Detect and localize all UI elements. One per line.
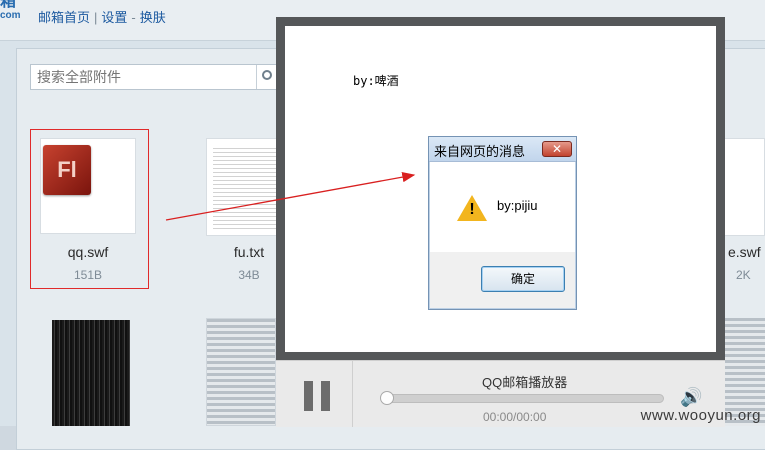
speaker-icon[interactable]: 🔊 [680, 387, 702, 408]
link-mail-home[interactable]: 邮箱首页 [38, 10, 90, 25]
dialog-title-bar[interactable]: 来自网页的消息 ✕ [429, 137, 576, 162]
ok-button[interactable]: 确定 [481, 266, 565, 292]
link-separator: | [94, 10, 98, 25]
progress-track[interactable] [382, 394, 664, 403]
pause-icon [304, 381, 313, 411]
text-document-icon [213, 145, 285, 229]
top-links: 邮箱首页 | 设置 - 换肤 [38, 7, 166, 26]
search-icon [262, 70, 272, 80]
mail-logo[interactable]: 箱 com [0, 0, 21, 21]
alert-dialog: 来自网页的消息 ✕ ! by:pijiu 确定 [428, 136, 577, 310]
watermark: www.wooyun.org [640, 407, 761, 424]
attachment-name: e.swf [728, 244, 761, 260]
logo-text: 箱 [0, 0, 17, 10]
player-title: QQ邮箱播放器 [482, 375, 568, 390]
selected-highlight [30, 129, 149, 289]
warning-exclamation: ! [469, 201, 475, 218]
pause-button[interactable] [304, 381, 332, 411]
pause-icon-bar [321, 381, 330, 411]
dialog-title: 来自网页的消息 [434, 144, 526, 159]
logo-domain: com [0, 10, 21, 21]
stage-caption: by:啤酒 [353, 74, 399, 88]
archive-attachment-thumbnail[interactable] [206, 318, 276, 426]
player-divider [352, 361, 353, 427]
search-input[interactable] [31, 65, 269, 89]
close-icon: ✕ [551, 142, 563, 156]
player-time: 00:00/00:00 [483, 410, 547, 424]
link-settings[interactable]: 设置 [101, 10, 127, 25]
close-button[interactable]: ✕ [542, 141, 572, 157]
attachment-size: 2K [736, 268, 751, 282]
link-dash: - [131, 10, 136, 25]
dialog-message: by:pijiu [497, 198, 538, 213]
image-attachment-thumbnail[interactable] [52, 320, 130, 426]
search-box [30, 64, 280, 90]
link-skin[interactable]: 换肤 [140, 10, 166, 25]
progress-handle[interactable] [380, 391, 394, 405]
